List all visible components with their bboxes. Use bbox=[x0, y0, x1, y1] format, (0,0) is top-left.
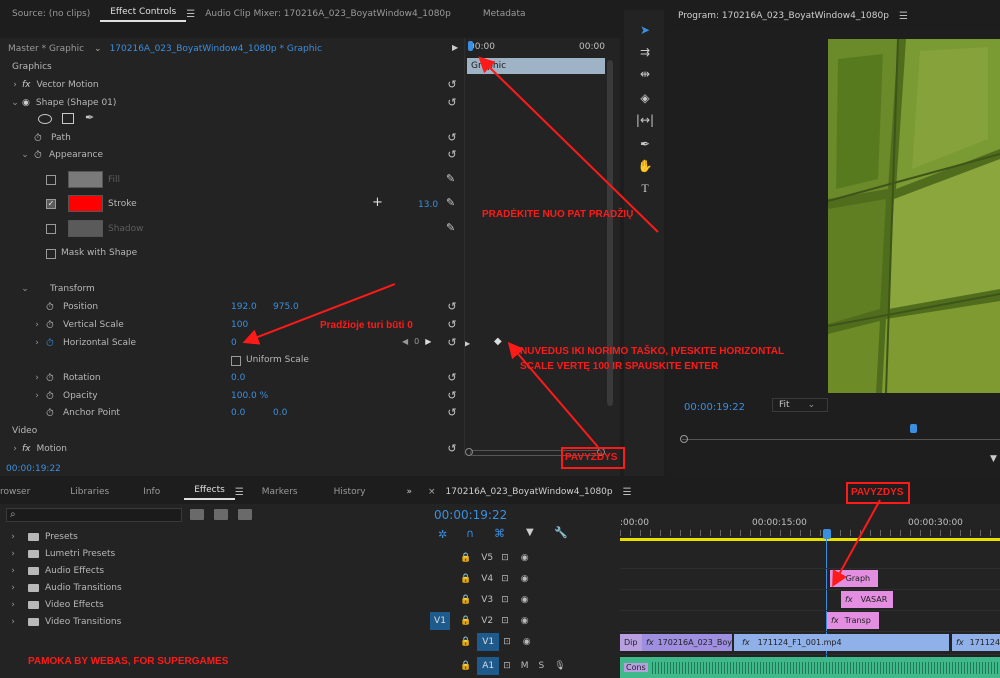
annotation-must-be-zero: Pradžioje turi būti 0 bbox=[320, 320, 413, 331]
annotation-restart: PRADĖKITE NUO PAT PRADŽIŲ bbox=[482, 209, 634, 220]
app-root: Source: (no clips) Effect Controls ☰ Aud… bbox=[0, 0, 1000, 678]
arrow-to-clip bbox=[832, 499, 881, 588]
annotation-instruction-1: NUVEDUS IKI NORIMO TAŠKO, ĮVESKITE HORIZ… bbox=[520, 346, 785, 357]
arrow-to-playhead bbox=[478, 56, 659, 233]
annotation-example-top: PAVYZDYS bbox=[565, 452, 618, 463]
annotation-example-bottom: PAVYZDYS bbox=[851, 487, 904, 498]
arrow-to-hscale bbox=[242, 283, 396, 345]
annotation-instruction-2: SCALE VERTĘ 100 IR SPAUSKITE ENTER bbox=[520, 361, 719, 372]
annotation-arrows bbox=[242, 56, 881, 588]
annotation-credit: PAMOKA BY WEBAS, FOR SUPERGAMES bbox=[28, 656, 229, 667]
